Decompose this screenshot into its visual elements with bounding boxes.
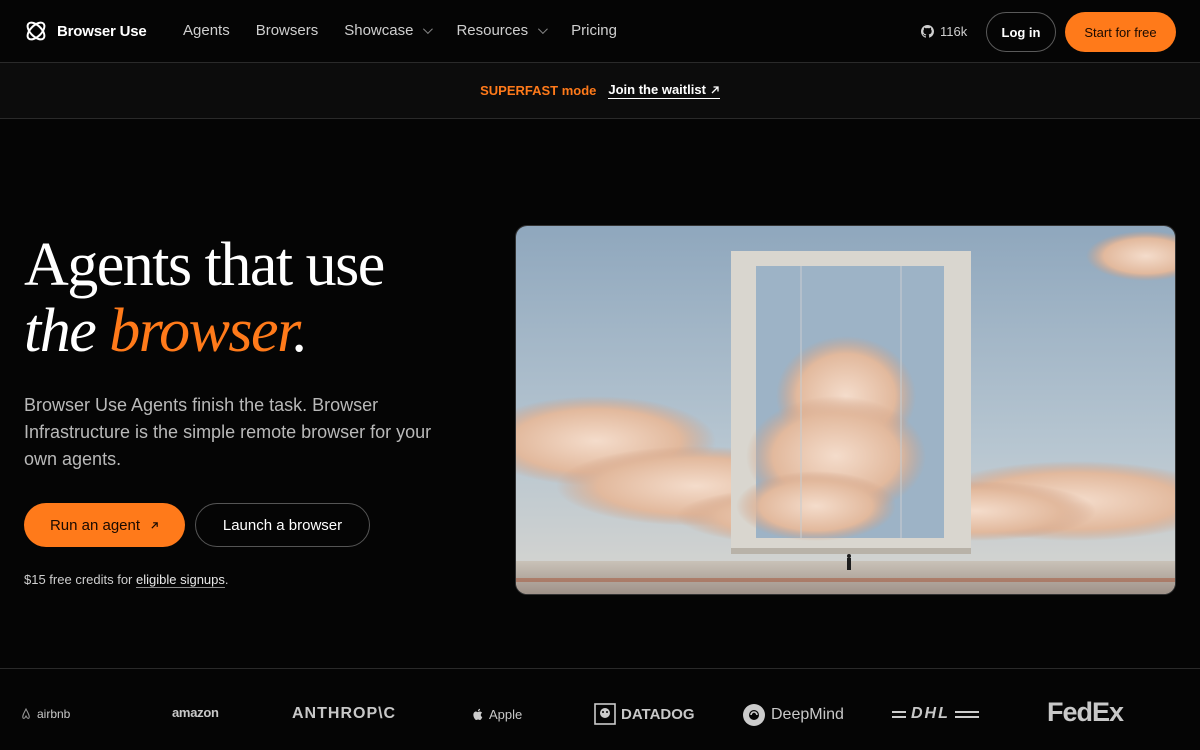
anthropic-logo: ANTHROP\C — [292, 705, 396, 723]
brand-logo[interactable]: Browser Use — [24, 19, 147, 43]
join-waitlist-link[interactable]: Join the waitlist — [608, 82, 720, 99]
chevron-down-icon — [538, 24, 549, 35]
dhl-stripes-left — [892, 710, 906, 718]
amazon-wordmark: amazon — [172, 705, 219, 720]
credits-text: $15 free credits for — [24, 572, 136, 587]
apple-wordmark: Apple — [489, 707, 523, 722]
login-button[interactable]: Log in — [986, 12, 1056, 52]
deepmind-wordmark: DeepMind — [771, 706, 844, 723]
fedex-wordmark: FedEx — [1047, 697, 1124, 727]
anthropic-wordmark: ANTHROP\C — [292, 705, 397, 722]
nav-link-resources[interactable]: Resources — [456, 22, 549, 39]
arrow-up-right-icon — [711, 85, 719, 93]
banner-mode-label: SUPERFAST mode — [480, 83, 597, 98]
announcement-banner: SUPERFAST mode Join the waitlist — [0, 63, 1200, 119]
hero-headline-the: the — [24, 297, 110, 365]
browser-use-logo-icon — [26, 21, 46, 41]
hero-subtitle: Browser Use Agents finish the task. Brow… — [24, 395, 432, 469]
datadog-icon — [594, 703, 616, 725]
start-free-button[interactable]: Start for free — [1065, 12, 1176, 52]
run-agent-label: Run an agent — [49, 516, 141, 534]
amazon-logo: amazon — [172, 705, 219, 720]
apple-logo: Apple — [472, 707, 522, 722]
deepmind-icon — [743, 704, 765, 726]
dhl-stripes-right — [954, 710, 979, 718]
hero-headline-accent: browser — [109, 297, 294, 365]
top-nav: Browser Use Agents Browsers Showcase Res… — [0, 0, 1200, 63]
credits-note: $15 free credits for eligible signups. — [24, 572, 229, 588]
airbnb-logo: airbnb — [20, 707, 70, 721]
arrow-up-right-icon — [151, 521, 158, 529]
deepmind-logo: DeepMind — [742, 703, 844, 727]
customer-logos: airbnb amazon ANTHROP\C Apple DATADOG De… — [0, 668, 1200, 750]
launch-browser-button[interactable]: Launch a browser — [195, 503, 370, 547]
nav-link-browsers[interactable]: Browsers — [256, 22, 319, 39]
nav-link-resources-label: Resources — [456, 22, 529, 39]
fedex-logo: FedEx — [1047, 697, 1124, 728]
github-star-count: 116k — [940, 24, 968, 39]
hero-illustration — [516, 226, 1175, 594]
nav-link-pricing[interactable]: Pricing — [571, 22, 617, 39]
hero-headline: Agents that use the browser. — [24, 231, 385, 364]
nav-link-showcase-label: Showcase — [344, 22, 414, 39]
github-icon — [921, 25, 934, 38]
join-waitlist-label: Join the waitlist — [608, 82, 706, 97]
dhl-wordmark: DHL — [911, 705, 950, 722]
eligible-signups-link[interactable]: eligible signups — [136, 572, 225, 588]
hero-headline-period: . — [292, 297, 309, 365]
nav-link-agents[interactable]: Agents — [183, 22, 230, 39]
datadog-wordmark: DATADOG — [621, 705, 695, 723]
nav-links: Agents Browsers Showcase Resources Prici… — [183, 22, 643, 39]
chevron-down-icon — [423, 24, 434, 35]
dhl-logo: DHL — [892, 705, 979, 723]
hero-headline-line2: the browser. — [24, 298, 384, 364]
credits-period: . — [224, 572, 229, 587]
apple-icon — [473, 708, 483, 720]
airbnb-wordmark: airbnb — [37, 707, 71, 721]
datadog-logo: DATADOG — [594, 703, 695, 725]
hero-headline-line1: Agents that use — [24, 231, 385, 299]
nav-link-showcase[interactable]: Showcase — [344, 22, 434, 39]
brand-name: Browser Use — [57, 22, 147, 40]
airbnb-icon — [22, 708, 30, 719]
run-agent-button[interactable]: Run an agent — [24, 503, 185, 547]
hero-image — [515, 225, 1176, 595]
github-stars-link[interactable]: 116k — [921, 24, 967, 39]
